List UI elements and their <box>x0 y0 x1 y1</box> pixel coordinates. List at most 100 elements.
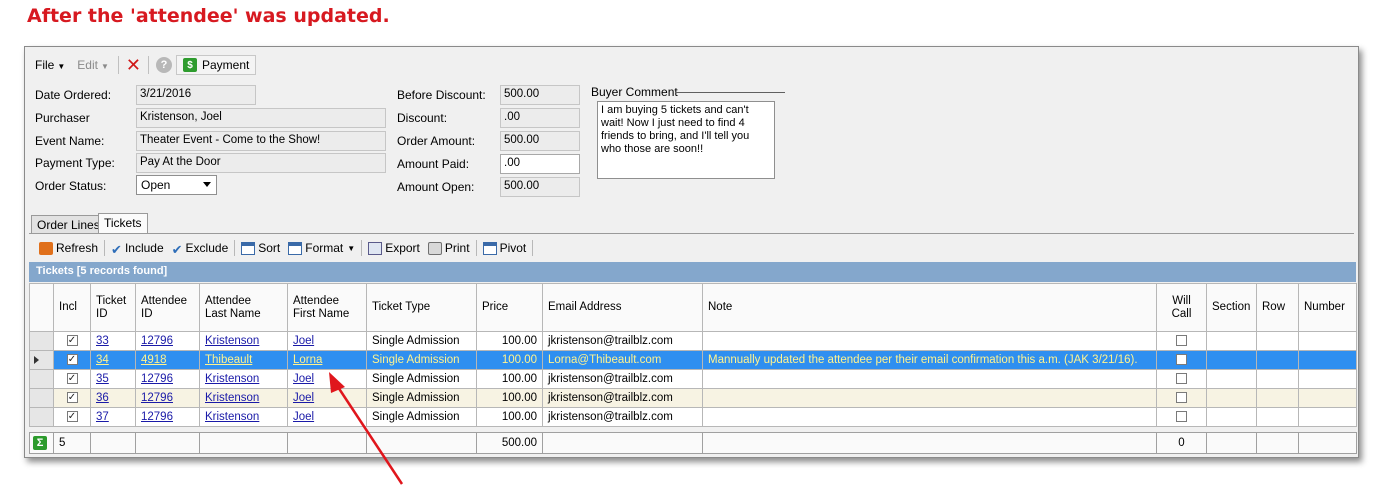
chevron-down-icon: ▼ <box>100 62 109 71</box>
will-call-checkbox[interactable] <box>1156 331 1207 351</box>
column-header-number[interactable]: Number <box>1298 283 1357 332</box>
purchaser-field[interactable]: Kristenson, Joel <box>136 108 386 128</box>
row-indicator[interactable] <box>29 331 54 351</box>
attendee-first-name-link[interactable]: Joel <box>287 331 367 351</box>
checkmark-icon: ✓ <box>66 354 78 366</box>
attendee-last-name-link[interactable]: Kristenson <box>199 407 288 427</box>
number-cell <box>1298 388 1357 408</box>
before-discount-field[interactable]: 500.00 <box>500 85 580 105</box>
include-checkbox[interactable]: ✓ <box>53 350 91 370</box>
number-cell <box>1298 331 1357 351</box>
column-header-first-name[interactable]: Attendee First Name <box>287 283 367 332</box>
will-call-checkbox[interactable] <box>1156 388 1207 408</box>
ticket-id-link[interactable]: 34 <box>90 350 136 370</box>
file-menu[interactable]: File ▼ <box>29 58 71 72</box>
checkmark-icon: ✓ <box>66 335 78 347</box>
email-cell: jkristenson@trailblz.com <box>542 407 703 427</box>
summary-will-call-total: 0 <box>1156 432 1207 454</box>
tab-order-lines[interactable]: Order Lines <box>31 215 106 234</box>
table-row-selected[interactable]: ✓ 34 4918 Thibeault Lorna Single Admissi… <box>29 350 1357 370</box>
attendee-id-link[interactable]: 12796 <box>135 331 200 351</box>
column-header-ticket-type[interactable]: Ticket Type <box>366 283 477 332</box>
attendee-id-link[interactable]: 12796 <box>135 388 200 408</box>
ticket-type-cell: Single Admission <box>366 331 477 351</box>
exclude-check-icon: ✔ <box>171 241 183 257</box>
attendee-last-name-link[interactable]: Thibeault <box>199 350 288 370</box>
include-check-icon: ✔ <box>111 241 122 257</box>
attendee-last-name-link[interactable]: Kristenson <box>199 331 288 351</box>
row-indicator[interactable] <box>29 369 54 389</box>
include-button[interactable]: ✔ Include <box>107 241 168 257</box>
print-button[interactable]: Print <box>424 241 474 255</box>
payment-button[interactable]: $ Payment <box>175 55 257 75</box>
will-call-checkbox[interactable] <box>1156 350 1207 370</box>
menu-bar: File ▼ Edit ▼ ✕ ? $ Payment <box>29 53 257 77</box>
attendee-first-name-link[interactable]: Joel <box>287 388 367 408</box>
column-header-note[interactable]: Note <box>702 283 1157 332</box>
delete-icon[interactable]: ✕ <box>122 56 145 74</box>
date-ordered-field[interactable]: 3/21/2016 <box>136 85 256 105</box>
column-header-incl[interactable]: Incl <box>53 283 91 332</box>
order-status-select[interactable]: Open <box>136 175 217 195</box>
help-icon[interactable]: ? <box>155 57 172 73</box>
discount-field[interactable]: .00 <box>500 108 580 128</box>
summary-count: 5 <box>53 432 91 454</box>
table-row[interactable]: ✓ 35 12796 Kristenson Joel Single Admiss… <box>29 369 1357 389</box>
column-header-email[interactable]: Email Address <box>542 283 703 332</box>
buyer-comment-textarea[interactable]: I am buying 5 tickets and can't wait! No… <box>597 101 775 179</box>
column-header-attendee-id[interactable]: Attendee ID <box>135 283 200 332</box>
row-indicator[interactable] <box>29 388 54 408</box>
will-call-checkbox[interactable] <box>1156 407 1207 427</box>
row-indicator[interactable] <box>29 350 54 370</box>
event-name-field[interactable]: Theater Event - Come to the Show! <box>136 131 386 151</box>
format-button[interactable]: Format ▼ <box>284 241 359 255</box>
summary-cell[interactable]: Σ <box>29 432 54 454</box>
include-checkbox[interactable]: ✓ <box>53 407 91 427</box>
column-header-row[interactable]: Row <box>1256 283 1299 332</box>
column-header-last-name[interactable]: Attendee Last Name <box>199 283 288 332</box>
sort-button[interactable]: Sort <box>237 241 284 255</box>
attendee-id-link[interactable]: 12796 <box>135 407 200 427</box>
pivot-button[interactable]: Pivot <box>479 241 531 255</box>
ticket-id-link[interactable]: 37 <box>90 407 136 427</box>
column-header-price[interactable]: Price <box>476 283 543 332</box>
include-checkbox[interactable]: ✓ <box>53 388 91 408</box>
section-cell <box>1206 350 1257 370</box>
ticket-id-link[interactable]: 33 <box>90 331 136 351</box>
row-indicator[interactable] <box>29 407 54 427</box>
attendee-id-link[interactable]: 12796 <box>135 369 200 389</box>
amount-paid-input[interactable]: .00 <box>500 154 580 174</box>
table-row[interactable]: ✓ 37 12796 Kristenson Joel Single Admiss… <box>29 407 1357 427</box>
attendee-last-name-link[interactable]: Kristenson <box>199 388 288 408</box>
edit-menu[interactable]: Edit ▼ <box>71 58 115 72</box>
column-header-section[interactable]: Section <box>1206 283 1257 332</box>
export-button[interactable]: Export <box>364 241 424 255</box>
summary-cell <box>1206 432 1257 454</box>
summary-price-total: 500.00 <box>476 432 543 454</box>
attendee-first-name-link[interactable]: Joel <box>287 407 367 427</box>
refresh-button[interactable]: Refresh <box>35 241 102 255</box>
ticket-id-link[interactable]: 35 <box>90 369 136 389</box>
amount-open-field[interactable]: 500.00 <box>500 177 580 197</box>
attendee-last-name-link[interactable]: Kristenson <box>199 369 288 389</box>
column-header-ticket-id[interactable]: Ticket ID <box>90 283 136 332</box>
column-header-will-call[interactable]: Will Call <box>1156 283 1207 332</box>
ticket-id-link[interactable]: 36 <box>90 388 136 408</box>
exclude-button[interactable]: ✔ Exclude <box>168 241 233 257</box>
payment-type-label: Payment Type: <box>35 156 115 170</box>
attendee-first-name-link[interactable]: Joel <box>287 369 367 389</box>
include-checkbox[interactable]: ✓ <box>53 369 91 389</box>
attendee-id-link[interactable]: 4918 <box>135 350 200 370</box>
email-cell: Lorna@Thibeault.com <box>542 350 703 370</box>
payment-type-field[interactable]: Pay At the Door <box>136 153 386 173</box>
will-call-checkbox[interactable] <box>1156 369 1207 389</box>
checkmark-icon: ✓ <box>66 373 78 385</box>
table-row[interactable]: ✓ 36 12796 Kristenson Joel Single Admiss… <box>29 388 1357 408</box>
order-amount-field[interactable]: 500.00 <box>500 131 580 151</box>
row-cell <box>1256 350 1299 370</box>
attendee-first-name-link[interactable]: Lorna <box>287 350 367 370</box>
tab-tickets[interactable]: Tickets <box>98 213 148 234</box>
toolbar-separator <box>532 240 534 256</box>
table-row[interactable]: ✓ 33 12796 Kristenson Joel Single Admiss… <box>29 331 1357 351</box>
include-checkbox[interactable]: ✓ <box>53 331 91 351</box>
